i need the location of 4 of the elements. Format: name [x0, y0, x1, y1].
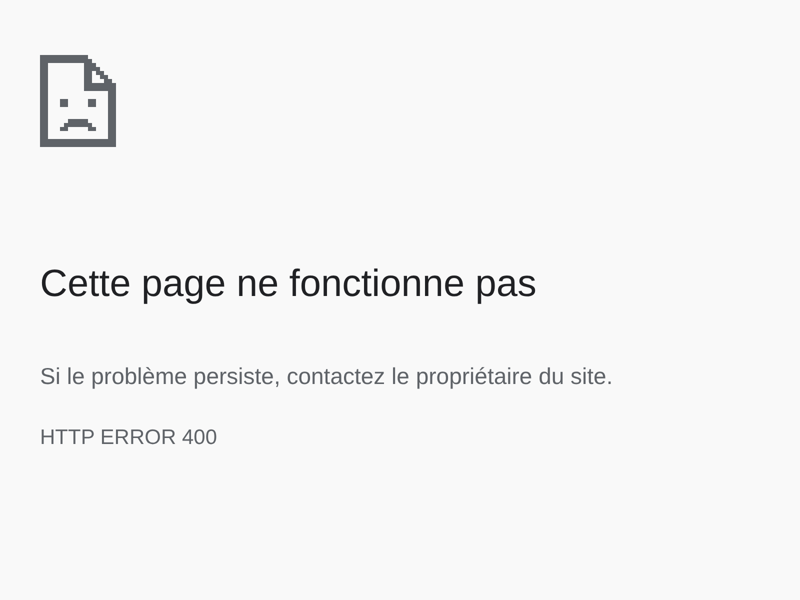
error-heading: Cette page ne fonctionne pas	[40, 262, 538, 307]
error-code: HTTP ERROR 400	[40, 426, 218, 450]
sad-page-icon	[40, 55, 116, 147]
error-message: Si le problème persiste, contactez le propriétaire du site.	[40, 362, 614, 391]
